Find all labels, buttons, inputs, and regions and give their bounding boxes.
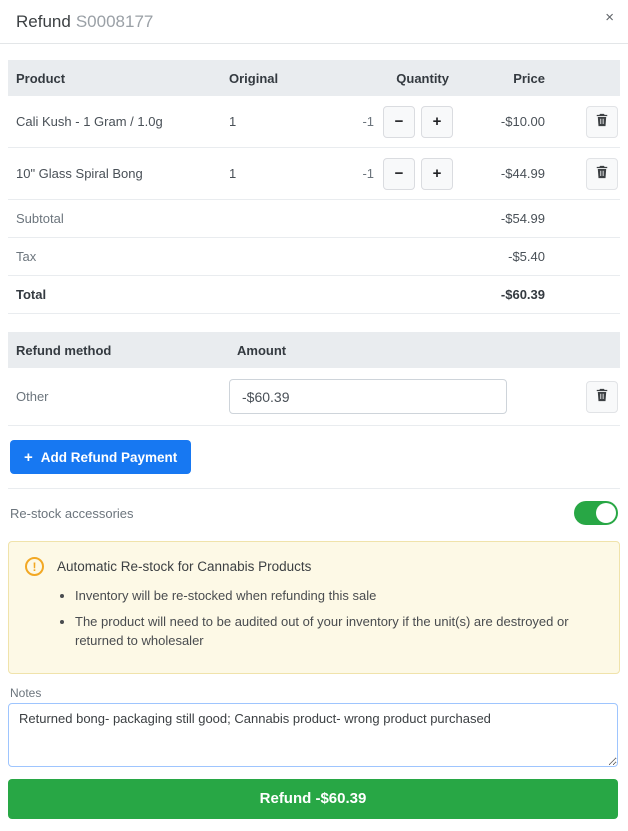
warning-title: Automatic Re-stock for Cannabis Products: [57, 559, 311, 574]
row-actions: [564, 381, 620, 413]
modal-body: Product Original Quantity Price Cali Kus…: [0, 44, 628, 831]
header-quantity: Quantity: [357, 71, 453, 86]
decrement-button[interactable]: −: [383, 158, 415, 190]
warning-bullet-list: Inventory will be re-stocked when refund…: [75, 586, 603, 651]
refund-method-row: Other: [8, 368, 620, 426]
header-refund-method: Refund method: [8, 343, 229, 358]
total-label: Total: [8, 287, 453, 302]
refund-method-section: Refund method Amount Other + Add Refund …: [8, 332, 620, 488]
plus-icon: +: [24, 449, 33, 466]
decrement-button[interactable]: −: [383, 106, 415, 138]
subtotal-label: Subtotal: [8, 211, 453, 226]
add-refund-payment-button[interactable]: + Add Refund Payment: [10, 440, 191, 474]
header-product: Product: [8, 71, 229, 86]
refund-qty: -1: [362, 114, 374, 129]
refund-qty: -1: [362, 166, 374, 181]
refund-submit-button[interactable]: Refund -$60.39: [8, 779, 618, 819]
tax-row: Tax -$5.40: [8, 238, 620, 276]
refund-method-header: Refund method Amount: [8, 332, 620, 368]
order-number: S0008177: [76, 12, 154, 32]
table-row: 10" Glass Spiral Bong 1 -1 − + -$44.99: [8, 148, 620, 200]
modal-title: Refund: [16, 12, 71, 32]
method-name: Other: [8, 389, 229, 404]
row-actions: [545, 106, 620, 138]
total-value: -$60.39: [453, 287, 545, 302]
warning-bullet: The product will need to be audited out …: [75, 612, 595, 651]
restock-toggle[interactable]: [574, 501, 618, 525]
restock-label: Re-stock accessories: [10, 506, 134, 521]
header-original: Original: [229, 71, 357, 86]
delete-payment-button[interactable]: [586, 381, 618, 413]
original-qty: 1: [229, 166, 357, 181]
notes-label: Notes: [8, 686, 620, 700]
trash-icon: [595, 388, 609, 405]
toggle-knob: [596, 503, 616, 523]
restock-row: Re-stock accessories: [8, 488, 620, 537]
restock-warning-box: ! Automatic Re-stock for Cannabis Produc…: [8, 541, 620, 674]
warning-icon: !: [25, 557, 44, 576]
quantity-cell: -1 − +: [357, 158, 453, 190]
notes-section: Notes Returned bong- packaging still goo…: [8, 686, 620, 767]
product-table-header: Product Original Quantity Price: [8, 60, 620, 96]
notes-textarea[interactable]: Returned bong- packaging still good; Can…: [8, 703, 618, 767]
trash-icon: [595, 113, 609, 130]
amount-input[interactable]: [229, 379, 507, 414]
warning-header: ! Automatic Re-stock for Cannabis Produc…: [25, 557, 603, 576]
tax-label: Tax: [8, 249, 453, 264]
total-row: Total -$60.39: [8, 276, 620, 314]
close-icon[interactable]: ×: [605, 10, 614, 25]
tax-value: -$5.40: [453, 249, 545, 264]
subtotal-value: -$54.99: [453, 211, 545, 226]
subtotal-row: Subtotal -$54.99: [8, 200, 620, 238]
line-price: -$10.00: [453, 114, 545, 129]
add-refund-payment-label: Add Refund Payment: [41, 450, 178, 465]
warning-bullet: Inventory will be re-stocked when refund…: [75, 586, 595, 606]
delete-row-button[interactable]: [586, 106, 618, 138]
quantity-cell: -1 − +: [357, 106, 453, 138]
table-row: Cali Kush - 1 Gram / 1.0g 1 -1 − + -$10.…: [8, 96, 620, 148]
amount-cell: [229, 379, 516, 414]
line-price: -$44.99: [453, 166, 545, 181]
increment-button[interactable]: +: [421, 158, 453, 190]
product-name: 10" Glass Spiral Bong: [8, 166, 229, 181]
header-price: Price: [453, 71, 545, 86]
row-actions: [545, 158, 620, 190]
delete-row-button[interactable]: [586, 158, 618, 190]
trash-icon: [595, 165, 609, 182]
header-amount: Amount: [229, 343, 516, 358]
original-qty: 1: [229, 114, 357, 129]
modal-header: Refund S0008177 ×: [0, 0, 628, 44]
increment-button[interactable]: +: [421, 106, 453, 138]
product-name: Cali Kush - 1 Gram / 1.0g: [8, 114, 229, 129]
